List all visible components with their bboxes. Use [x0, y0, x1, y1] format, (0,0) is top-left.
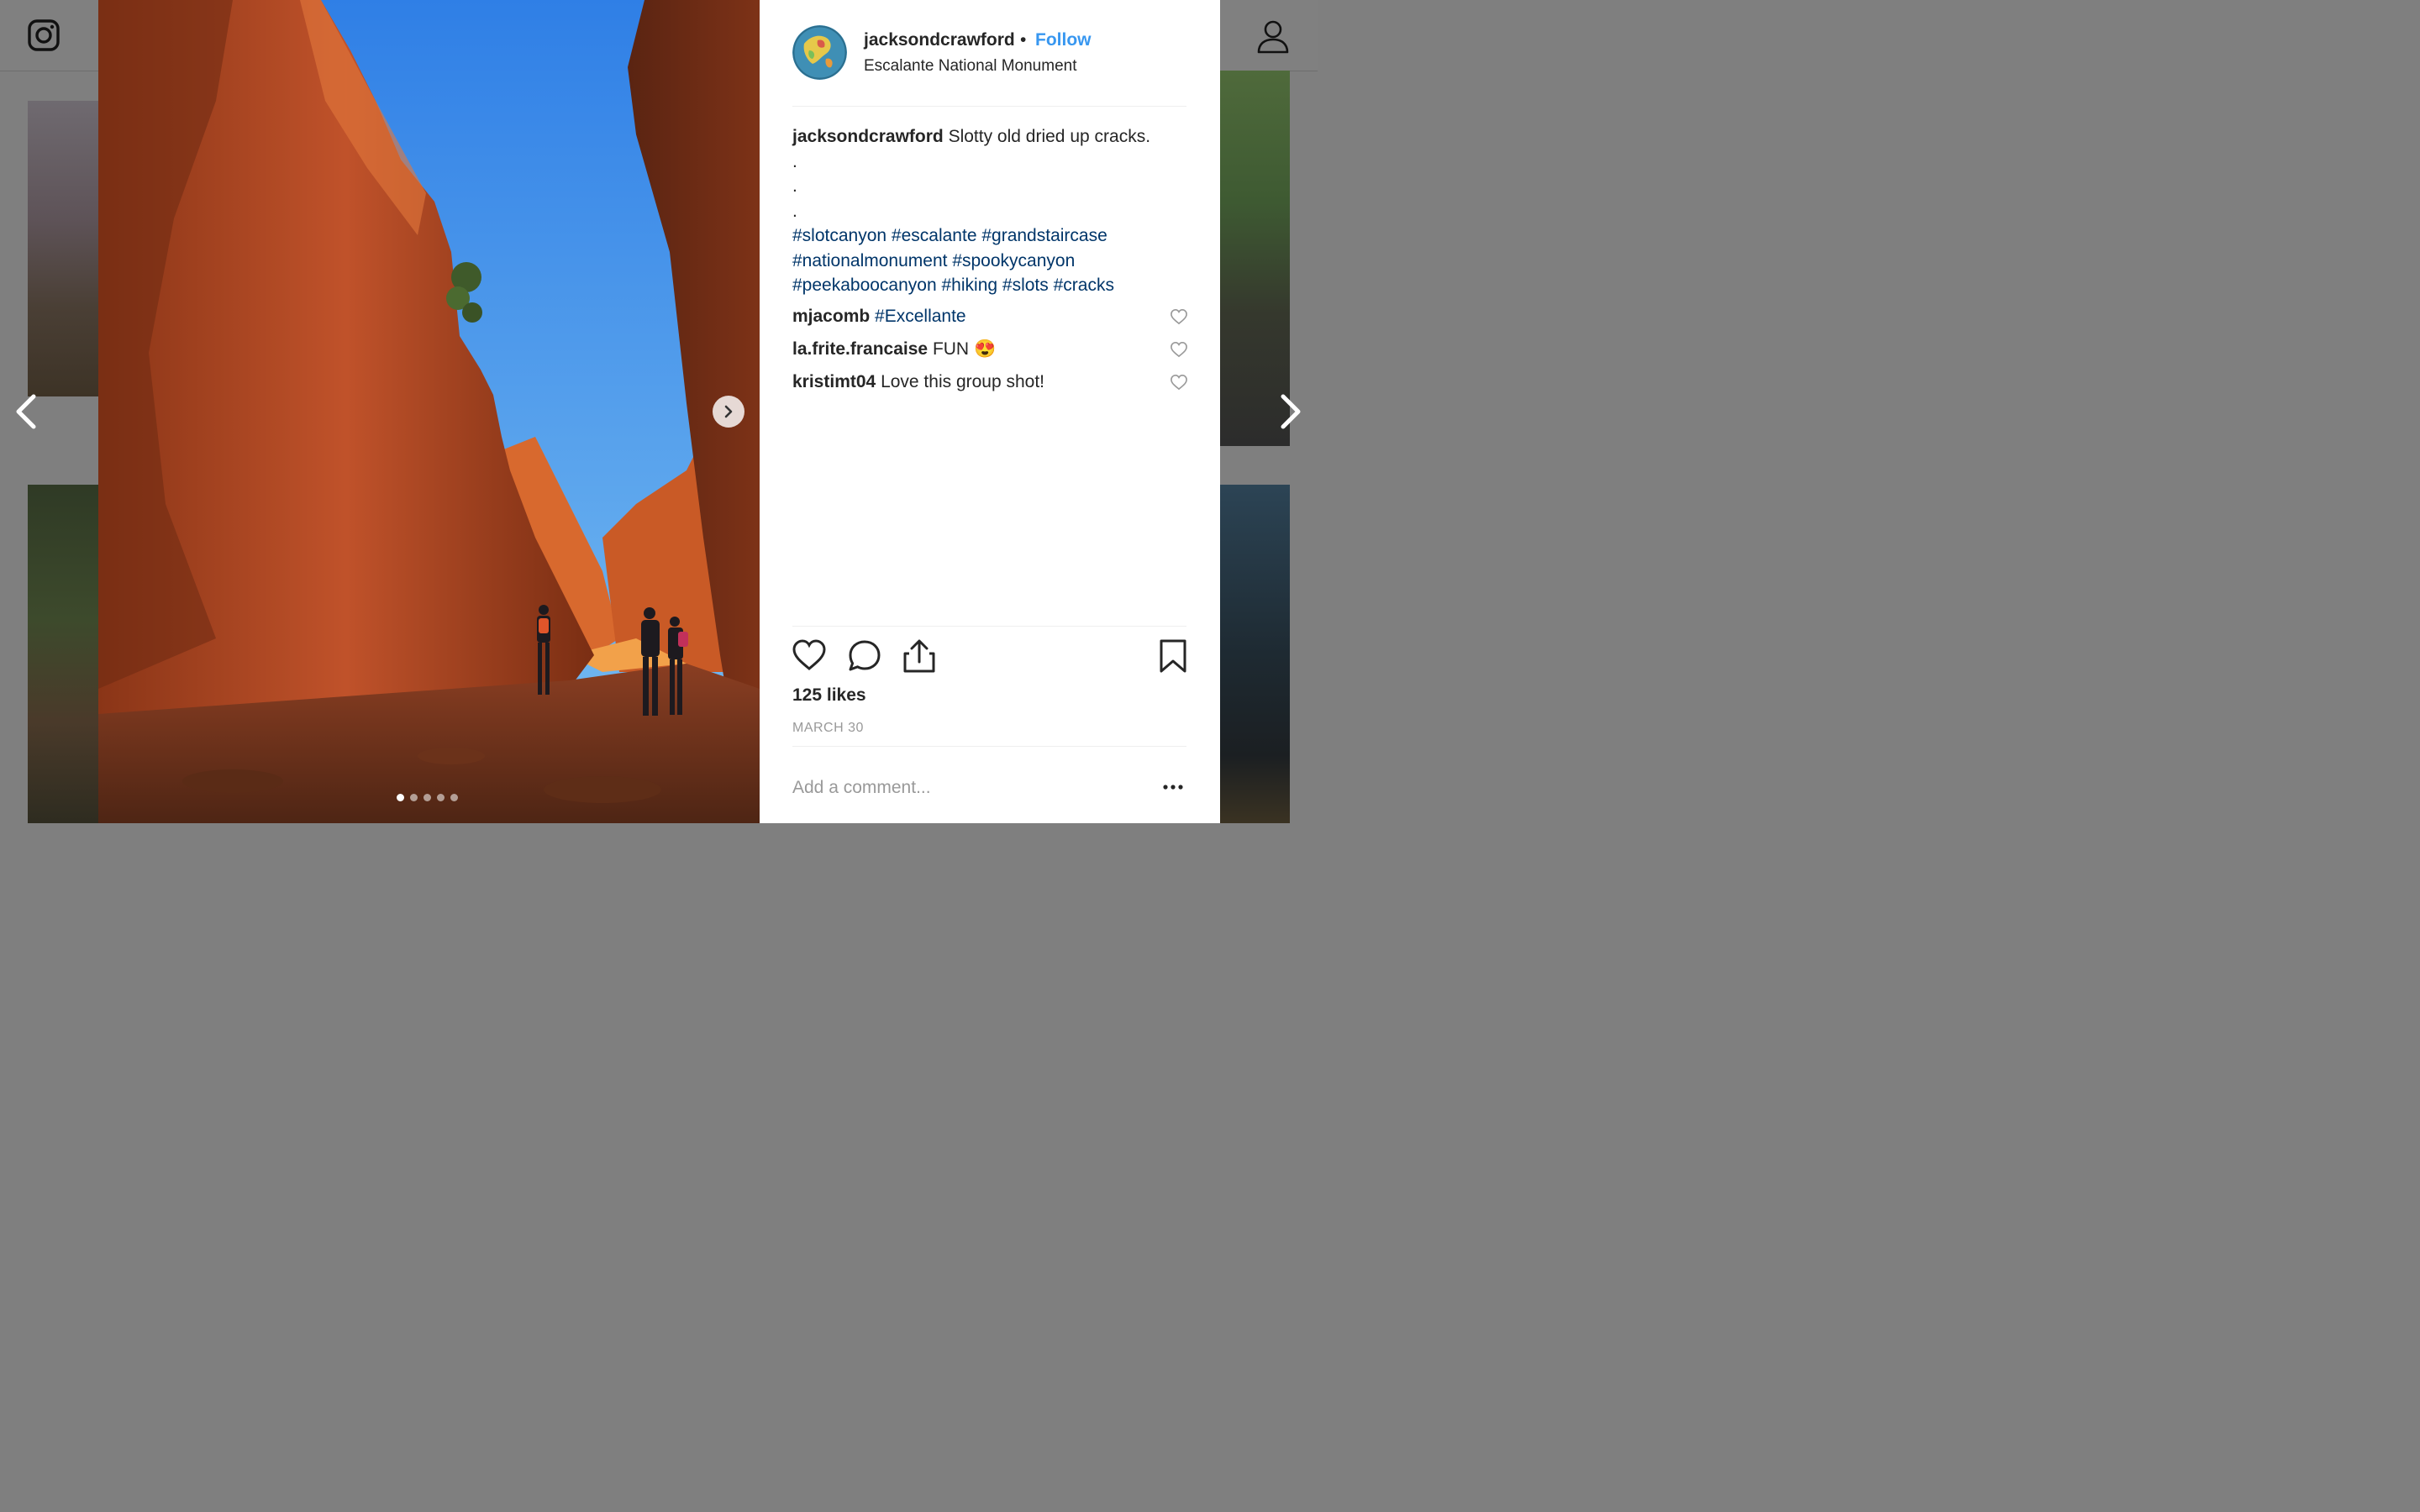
- carousel-dot: [424, 794, 431, 801]
- hashtag-link[interactable]: #escalante: [892, 226, 977, 245]
- add-comment-input[interactable]: [792, 774, 1145, 801]
- comment-icon[interactable]: [847, 638, 882, 674]
- comment-username[interactable]: la.frite.francaise: [792, 339, 928, 359]
- post-caption: jacksondcrawford Slotty old dried up cra…: [792, 124, 1179, 298]
- more-options-icon[interactable]: [1161, 777, 1185, 797]
- post-location[interactable]: Escalante National Monument: [864, 57, 1076, 76]
- bookmark-icon[interactable]: [1158, 638, 1188, 674]
- comment-item: kristimt04 Love this group shot!: [792, 372, 1162, 392]
- slot-canyon-image: [98, 0, 760, 823]
- comment-item: la.frite.francaise FUN 😍: [792, 339, 1162, 360]
- comment-username[interactable]: kristimt04: [792, 372, 876, 391]
- profile-icon[interactable]: [1255, 18, 1291, 54]
- caption-dot: .: [792, 201, 797, 221]
- background-thumbnail: [1220, 485, 1290, 823]
- hashtag-link[interactable]: #cracks: [1054, 276, 1114, 295]
- background-thumbnail: [1220, 71, 1290, 446]
- comment-item: mjacomb #Excellante: [792, 307, 1162, 327]
- hashtag-link[interactable]: #slotcanyon: [792, 226, 886, 245]
- carousel-dot: [397, 794, 404, 801]
- avatar[interactable]: [792, 25, 847, 80]
- caption-username[interactable]: jacksondcrawford: [792, 127, 944, 146]
- follow-button[interactable]: Follow: [1035, 30, 1092, 50]
- comment-text: Love this group shot!: [881, 372, 1045, 391]
- caption-dot: .: [792, 151, 797, 171]
- heart-icon[interactable]: [1170, 308, 1188, 325]
- divider: [792, 626, 1186, 627]
- like-heart-icon[interactable]: [792, 638, 827, 672]
- post-details-panel: jacksondcrawford • Follow Escalante Nati…: [760, 0, 1220, 823]
- post-date: MARCH 30: [792, 721, 864, 735]
- caption-dot: .: [792, 176, 797, 196]
- comment-hashtag[interactable]: #Excellante: [875, 307, 966, 326]
- carousel-indicator: [397, 794, 458, 801]
- chevron-right-icon: [724, 405, 733, 418]
- heart-icon[interactable]: [1170, 374, 1188, 391]
- heart-eyes-emoji: 😍: [973, 339, 997, 359]
- background-thumbnail: [28, 101, 98, 396]
- share-icon[interactable]: [902, 638, 936, 674]
- globe-avatar-image: [792, 25, 847, 80]
- hashtag-link[interactable]: #spookycanyon: [952, 251, 1075, 270]
- comment-text: FUN: [932, 339, 970, 359]
- hashtag-link[interactable]: #grandstaircase: [981, 226, 1107, 245]
- caption-text: Slotty old dried up cracks.: [948, 127, 1151, 146]
- hashtag-link[interactable]: #nationalmonument: [792, 251, 947, 270]
- chevron-right-icon[interactable]: [1273, 393, 1307, 430]
- instagram-icon[interactable]: [27, 18, 60, 52]
- heart-icon[interactable]: [1170, 341, 1188, 358]
- post-photo[interactable]: [98, 0, 760, 823]
- chevron-left-icon[interactable]: [10, 393, 44, 430]
- hashtag-link[interactable]: #peekaboocanyon: [792, 276, 937, 295]
- hashtag-link[interactable]: #hiking: [942, 276, 998, 295]
- background-thumbnail: [28, 485, 98, 823]
- carousel-dot: [437, 794, 445, 801]
- carousel-dot: [410, 794, 418, 801]
- hashtag-link[interactable]: #slots: [1002, 276, 1049, 295]
- divider: [792, 106, 1186, 107]
- likes-count[interactable]: 125 likes: [792, 685, 866, 706]
- carousel-dot: [450, 794, 458, 801]
- carousel-next-button[interactable]: [713, 396, 744, 428]
- comment-username[interactable]: mjacomb: [792, 307, 870, 326]
- divider: [792, 746, 1186, 747]
- separator-bullet: •: [1020, 30, 1027, 50]
- post-author-username[interactable]: jacksondcrawford: [864, 30, 1015, 50]
